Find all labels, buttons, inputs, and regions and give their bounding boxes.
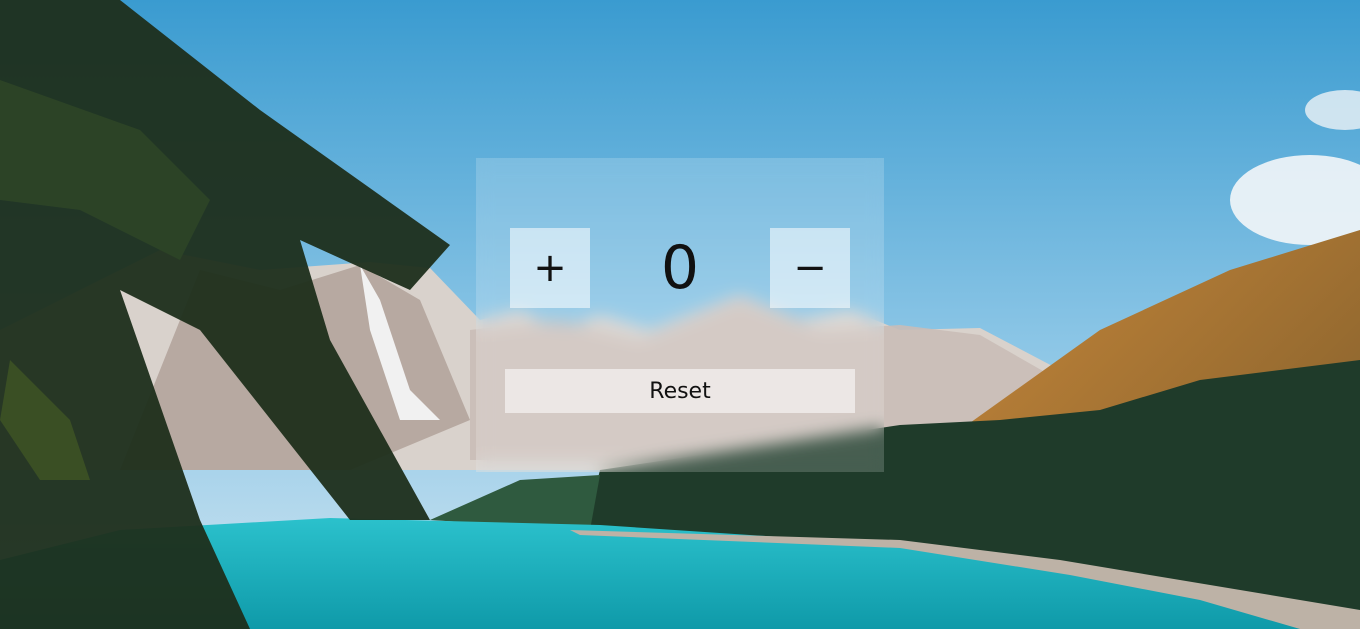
reset-button-label: Reset <box>649 378 711 404</box>
plus-icon: + <box>533 245 567 291</box>
increment-button[interactable]: + <box>510 228 590 308</box>
decrement-button[interactable]: − <box>770 228 850 308</box>
counter-panel: + 0 − Reset <box>476 158 884 472</box>
reset-button[interactable]: Reset <box>505 369 855 413</box>
counter-value: 0 <box>660 233 700 303</box>
minus-icon: − <box>793 245 827 291</box>
